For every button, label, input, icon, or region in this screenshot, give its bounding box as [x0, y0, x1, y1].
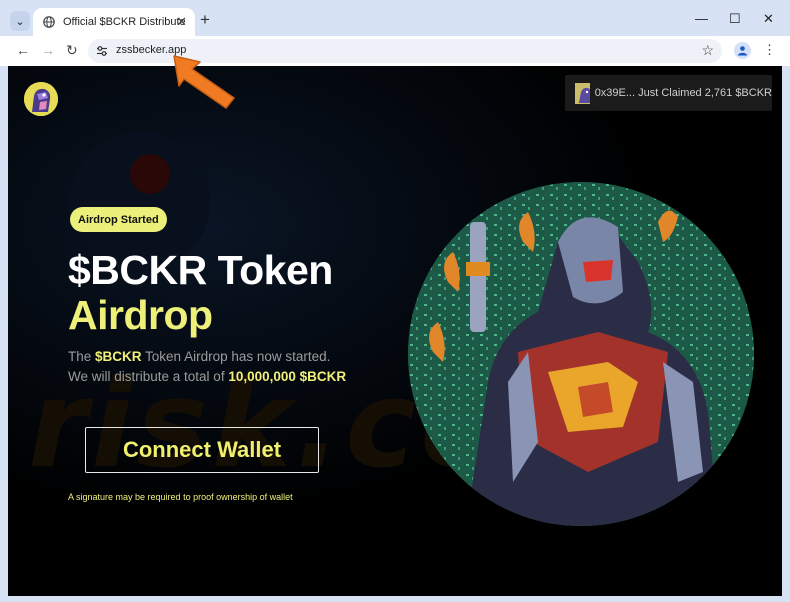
bookmark-star-icon[interactable]: ☆	[701, 42, 714, 59]
description-line2: We will distribute a total of 10,000,000…	[68, 369, 347, 384]
page-viewport: risk.co 0x39E... Just Claimed 2,761 $BCK…	[8, 66, 782, 596]
airdrop-description: The $BCKR Token Airdrop has now started.…	[68, 347, 346, 387]
page-headline: $BCKR Token Airdrop	[68, 248, 333, 338]
globe-icon	[42, 16, 55, 29]
headline-line2: Airdrop	[68, 292, 213, 338]
browser-tab-strip: ⌄ Official $BCKR Distribute ✕ + — ☐ ✕	[0, 0, 790, 36]
minimize-button[interactable]: —	[695, 11, 708, 26]
tab-close-icon[interactable]: ✕	[176, 14, 187, 30]
headline-line1: $BCKR Token	[68, 247, 333, 293]
signature-note: A signature may be required to proof own…	[68, 492, 293, 502]
claim-notification: 0x39E... Just Claimed 2,761 $BCKR	[565, 75, 772, 111]
amount-highlight: 10,000,000 $BCKR	[228, 369, 347, 384]
window-close-button[interactable]: ✕	[763, 11, 774, 27]
browser-tab-active[interactable]: Official $BCKR Distribute ✕	[33, 8, 195, 36]
hero-character-image	[408, 182, 754, 526]
airdrop-status-badge: Airdrop Started	[70, 207, 167, 232]
tab-title: Official $BCKR Distribute	[63, 16, 186, 28]
person-icon[interactable]	[734, 42, 751, 59]
reload-button[interactable]: ↻	[66, 42, 78, 59]
orange-arrow-icon	[173, 55, 235, 109]
browser-menu-button[interactable]: ⋮	[763, 43, 776, 56]
forward-button[interactable]: →	[41, 42, 55, 58]
tab-search-button[interactable]: ⌄	[10, 11, 30, 31]
claim-avatar	[575, 82, 590, 104]
new-tab-button[interactable]: +	[200, 11, 210, 29]
back-button[interactable]: ←	[16, 42, 30, 58]
connect-wallet-button[interactable]: Connect Wallet	[85, 427, 319, 473]
site-logo[interactable]	[24, 82, 58, 116]
description-line1: The $BCKR Token Airdrop has now started.	[68, 349, 331, 364]
maximize-button[interactable]: ☐	[729, 11, 741, 27]
token-highlight: $BCKR	[95, 349, 142, 364]
browser-toolbar: ← → ↻ zssbecker.app ☆ ⋮	[0, 36, 790, 66]
tune-icon[interactable]	[96, 44, 108, 62]
chevron-down-icon: ⌄	[15, 15, 25, 28]
claim-notice-text: 0x39E... Just Claimed 2,761 $BCKR	[594, 87, 772, 99]
watermark-dot	[130, 154, 170, 194]
